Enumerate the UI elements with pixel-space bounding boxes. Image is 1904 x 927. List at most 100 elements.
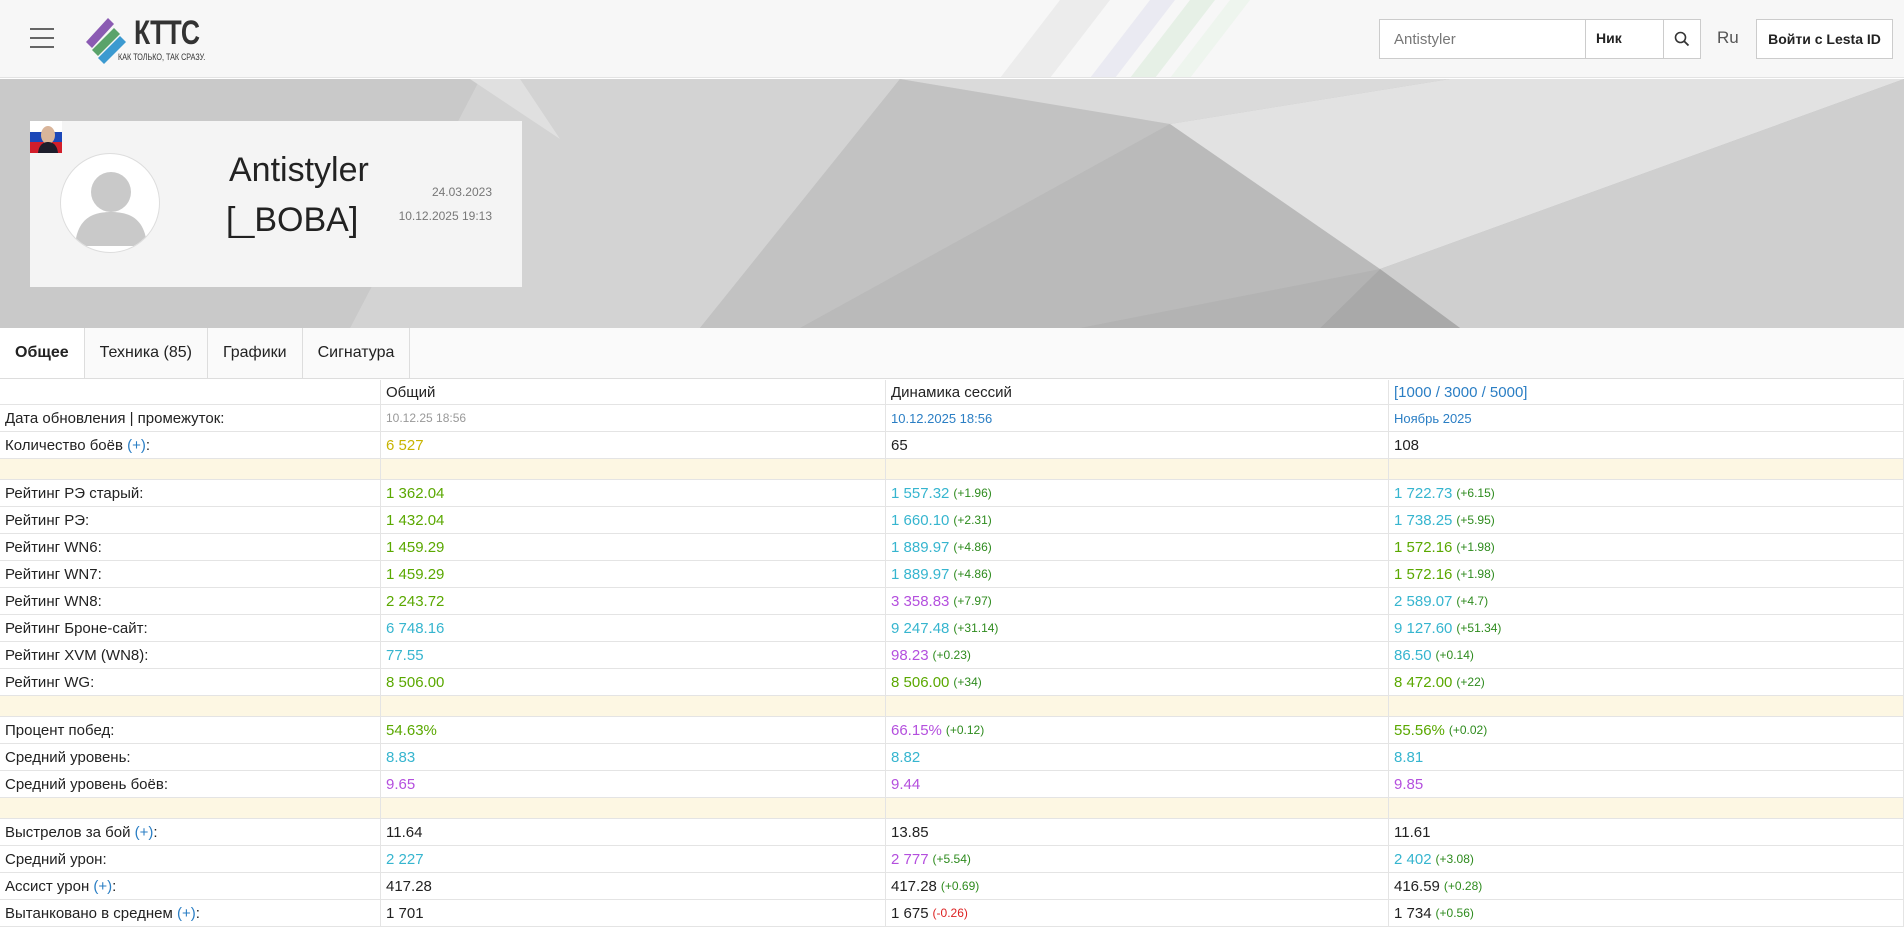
player-name: Antistyler <box>229 151 369 189</box>
value-cell: 8 506.00 <box>381 669 886 695</box>
stat-value: 1 734 <box>1394 904 1432 922</box>
stat-value: 1 459.29 <box>386 565 445 583</box>
stat-delta: (+4.86) <box>953 540 992 554</box>
battles-overall: 6 527 <box>381 432 886 458</box>
stat-value: 1 432.04 <box>386 511 445 529</box>
value-cell: 54.63% <box>381 717 886 743</box>
profile-tabs: Общее Техника (85) Графики Сигнатура <box>0 328 1904 379</box>
value-cell: 66.15% (+0.12) <box>886 717 1389 743</box>
stat-value: 8 472.00 <box>1394 673 1453 691</box>
login-button[interactable]: Войти с Lesta ID <box>1756 19 1893 59</box>
value-cell: 9 247.48 (+31.14) <box>886 615 1389 641</box>
stat-value: 1 459.29 <box>386 538 445 556</box>
value-cell: 1 660.10 (+2.31) <box>886 507 1389 533</box>
stat-delta: (+4.86) <box>953 567 992 581</box>
stat-delta: (+0.23) <box>932 648 971 662</box>
stat-value: 1 362.04 <box>386 484 445 502</box>
stat-value: 3 358.83 <box>891 592 950 610</box>
table-row-update-date: Дата обновления | промежуток: 10.12.25 1… <box>0 405 1904 432</box>
update-period[interactable]: Ноябрь 2025 <box>1389 405 1904 431</box>
stat-value: 8.81 <box>1394 748 1424 766</box>
stat-value: 8 506.00 <box>891 673 950 691</box>
stat-value: 1 889.97 <box>891 565 950 583</box>
search-input[interactable] <box>1380 20 1586 58</box>
tab-general[interactable]: Общее <box>0 328 85 378</box>
value-cell: 1 432.04 <box>381 507 886 533</box>
value-cell: 416.59 (+0.28) <box>1389 873 1904 899</box>
table-row: Процент побед: 54.63% 66.15% (+0.12) 55.56%(… <box>0 717 1904 744</box>
update-date-session[interactable]: 10.12.2025 18:56 <box>886 405 1389 431</box>
stat-delta: (+7.97) <box>953 594 992 608</box>
menu-burger-button[interactable] <box>30 28 54 48</box>
stat-delta: (-0.26) <box>932 906 968 920</box>
header-cell-range-link[interactable]: [1000 / 3000 / 5000] <box>1389 380 1904 404</box>
table-row: Рейтинг XVM (WN8): 77.55 98.23 (+0.23) 86.50… <box>0 642 1904 669</box>
value-cell: 2 227 <box>381 846 886 872</box>
expand-button[interactable]: (+) <box>177 905 196 922</box>
value-cell: 1 701 <box>381 900 886 926</box>
value-cell: 9.65 <box>381 771 886 797</box>
value-cell: 11.64 <box>381 819 886 845</box>
stat-value: 1 675 <box>891 904 929 922</box>
header-cell-overall: Общий <box>381 380 886 404</box>
clan-emblem-icon[interactable] <box>30 121 62 153</box>
stat-value: 416.59 <box>1394 877 1440 895</box>
stat-delta: (+31.14) <box>953 621 999 635</box>
table-row-battles: Количество боёв (+): 6 527 65 108 <box>0 432 1904 459</box>
row-label-text: Количество боёв <box>5 436 123 454</box>
value-cell: 9.44 <box>886 771 1389 797</box>
stats-table: Общий Динамика сессий [1000 / 3000 / 500… <box>0 380 1904 927</box>
search-type-select[interactable]: Ник <box>1586 20 1664 58</box>
table-row: Выстрелов за бой (+): 11.64 13.85 11.61 <box>0 819 1904 846</box>
stat-value: 1 660.10 <box>891 511 950 529</box>
language-switcher[interactable]: Ru <box>1717 28 1739 48</box>
value-cell: 98.23 (+0.23) <box>886 642 1389 668</box>
last-battle-date: 10.12.2025 19:13 <box>398 209 492 223</box>
header-cell-session: Динамика сессий <box>886 380 1389 404</box>
stat-delta: (+6.15) <box>1456 486 1495 500</box>
tab-vehicles[interactable]: Техника (85) <box>85 328 208 378</box>
clan-tag[interactable]: [_BOBA] <box>226 201 358 240</box>
table-row: Средний уровень: 8.83 8.82 8.81 <box>0 744 1904 771</box>
stat-delta: (+0.28) <box>1443 879 1483 893</box>
expand-button[interactable]: (+) <box>135 824 154 841</box>
row-label: Дата обновления | промежуток: <box>0 405 381 431</box>
row-label: Количество боёв (+): <box>0 432 381 458</box>
top-header: КТТС КАК ТОЛЬКО, ТАК СРАЗУ. Ник Ru Войти… <box>0 0 1904 78</box>
row-label: Процент побед: <box>0 717 381 743</box>
stat-delta: (+5.54) <box>932 852 971 866</box>
value-cell: 2 243.72 <box>381 588 886 614</box>
row-label: Выстрелов за бой (+): <box>0 819 381 845</box>
expand-button[interactable]: (+) <box>127 437 146 454</box>
stat-value: 86.50 <box>1394 646 1432 664</box>
stat-value: 11.64 <box>386 823 423 841</box>
table-row: Рейтинг WG: 8 506.00 8 506.00 (+34) 8 472.00… <box>0 669 1904 696</box>
stat-value: 6 748.16 <box>386 619 445 637</box>
stat-value: 11.61 <box>1394 823 1431 841</box>
stat-value: 2 777 <box>891 850 929 868</box>
stat-delta: (+0.56) <box>1435 906 1474 920</box>
search-button[interactable] <box>1664 20 1700 58</box>
stat-value: 54.63% <box>386 721 437 739</box>
expand-button[interactable]: (+) <box>93 878 112 895</box>
stat-value: 1 572.16 <box>1394 565 1453 583</box>
row-label-text: Средний урон: <box>5 850 107 868</box>
stat-value: 9.44 <box>891 775 921 793</box>
value-cell: 8.81 <box>1389 744 1904 770</box>
tab-charts[interactable]: Графики <box>208 328 303 378</box>
row-label: Ассист урон (+): <box>0 873 381 899</box>
site-logo[interactable]: КТТС КАК ТОЛЬКО, ТАК СРАЗУ. <box>84 14 214 64</box>
profile-card: Antistyler [_BOBA] 24.03.2023 10.12.2025… <box>30 121 522 287</box>
stat-value: 8.82 <box>891 748 921 766</box>
stat-value: 1 722.73 <box>1394 484 1453 502</box>
value-cell: 8.83 <box>381 744 886 770</box>
row-label: Рейтинг WG: <box>0 669 381 695</box>
value-cell: 417.28 <box>381 873 886 899</box>
stat-value: 417.28 <box>386 877 432 895</box>
value-cell: 1 572.16 (+1.98) <box>1389 561 1904 587</box>
value-cell: 77.55 <box>381 642 886 668</box>
battles-range: 108 <box>1389 432 1904 458</box>
stat-delta: (+22) <box>1456 675 1485 689</box>
tab-signature[interactable]: Сигнатура <box>303 328 411 378</box>
stat-value: 417.28 <box>891 877 937 895</box>
